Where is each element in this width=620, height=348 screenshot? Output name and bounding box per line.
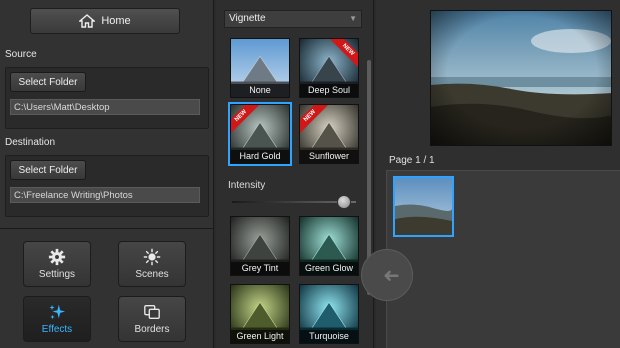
effect-thumb-deep-soul[interactable]: NEW Deep Soul	[299, 38, 359, 98]
sun-icon	[143, 248, 161, 266]
page-thumbnail[interactable]	[393, 176, 454, 237]
intensity-slider[interactable]	[232, 195, 356, 209]
effect-label: Deep Soul	[300, 84, 358, 97]
home-button[interactable]: Home	[30, 8, 180, 34]
page-indicator: Page 1 / 1	[389, 155, 435, 166]
photo-preview	[430, 10, 612, 146]
source-title: Source	[5, 49, 37, 60]
home-label: Home	[101, 15, 131, 27]
effect-label: Grey Tint	[231, 262, 289, 275]
effect-thumb-sunflower[interactable]: NEW Sunflower	[299, 104, 359, 164]
borders-icon	[144, 305, 160, 319]
effect-category-select[interactable]: Vignette ▼	[224, 10, 362, 28]
effect-thumb-turquoise[interactable]: Turquoise	[299, 284, 359, 344]
intensity-label: Intensity	[228, 180, 266, 191]
back-arrow-button[interactable]: ➜	[361, 249, 413, 301]
effect-category-value: Vignette	[229, 13, 266, 24]
settings-label: Settings	[38, 269, 76, 280]
destination-path-field[interactable]: C:\Freelance Writing\Photos	[10, 187, 200, 203]
effect-label: Sunflower	[300, 150, 358, 163]
effect-label: Turquoise	[300, 330, 358, 343]
effect-label: Hard Gold	[231, 150, 289, 163]
home-icon	[79, 14, 96, 28]
effect-thumb-hard-gold[interactable]: NEW Hard Gold	[228, 102, 292, 166]
source-select-folder-button[interactable]: Select Folder	[10, 72, 86, 92]
borders-button[interactable]: Borders	[118, 296, 186, 342]
arrow-left-icon: ➜	[383, 264, 400, 287]
scenes-label: Scenes	[135, 269, 169, 280]
chevron-down-icon: ▼	[349, 14, 357, 23]
scenes-button[interactable]: Scenes	[118, 241, 186, 287]
intensity-slider-handle[interactable]	[336, 195, 351, 209]
effect-label: Green Glow	[300, 262, 358, 275]
effect-label: Green Light	[231, 330, 289, 343]
page-thumbnail-image	[395, 178, 452, 235]
page-tray: ➜	[361, 170, 620, 348]
effect-thumb-green-light[interactable]: Green Light	[230, 284, 290, 344]
effect-thumb-none[interactable]: None	[230, 38, 290, 98]
settings-button[interactable]: Settings	[23, 241, 91, 287]
effects-label: Effects	[41, 324, 73, 335]
effect-label: None	[231, 84, 289, 97]
left-divider	[0, 228, 214, 229]
gear-icon	[48, 248, 66, 266]
source-box: Select Folder C:\Users\Matt\Desktop	[5, 67, 209, 129]
left-panel: Home Source Select Folder C:\Users\Matt\…	[0, 0, 214, 348]
effects-button[interactable]: Effects	[23, 296, 91, 342]
sparkle-icon	[49, 304, 66, 320]
effects-panel: Vignette ▼ None NEW Deep Soul NEW Hard G…	[216, 0, 374, 348]
destination-title: Destination	[5, 137, 56, 148]
borders-label: Borders	[134, 324, 170, 335]
destination-select-folder-button[interactable]: Select Folder	[10, 160, 86, 180]
preview-image	[431, 11, 611, 145]
effect-thumb-green-glow[interactable]: Green Glow	[299, 216, 359, 276]
destination-box: Select Folder C:\Freelance Writing\Photo…	[5, 155, 209, 217]
source-path-field[interactable]: C:\Users\Matt\Desktop	[10, 99, 200, 115]
effect-thumb-grey-tint[interactable]: Grey Tint	[230, 216, 290, 276]
preview-panel: Page 1 / 1 ➜	[361, 0, 620, 348]
